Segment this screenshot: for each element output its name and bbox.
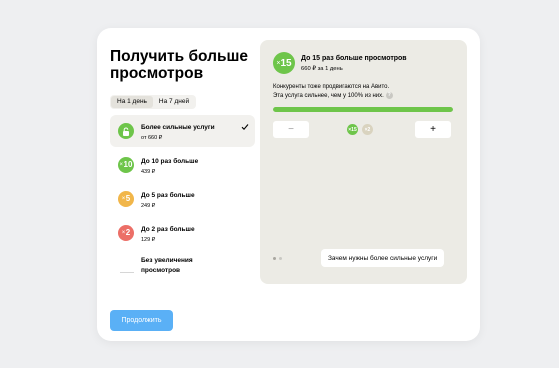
continue-button[interactable]: Продолжить <box>110 310 173 331</box>
service-carousel: ×15 ×2 <box>347 124 377 136</box>
option-title: До 10 раз больше <box>141 158 199 165</box>
description-line-2: Эта услуга сильнее, чем у 100% из них.? <box>273 92 443 101</box>
strength-progress-bar <box>273 107 453 112</box>
progress-fill <box>273 107 453 112</box>
dot-2[interactable] <box>279 257 282 260</box>
panel-price: 660 ₽ за 1 день <box>301 66 343 72</box>
period-1-day[interactable]: На 1 день <box>111 96 153 108</box>
x10-badge-icon: × 10 <box>118 157 134 173</box>
x2-badge-icon: × 2 <box>118 225 134 241</box>
option-title: До 5 раз больше <box>141 192 195 199</box>
decrease-button[interactable]: − <box>273 121 309 138</box>
help-icon[interactable]: ? <box>385 92 393 99</box>
option-2x[interactable]: × 2 До 2 раз больше 129 ₽ <box>110 217 255 249</box>
option-title: Более сильные услуги <box>141 124 215 131</box>
x15-badge-icon: × 15 <box>273 52 295 74</box>
option-price: от 660 ₽ <box>141 135 163 141</box>
dash-icon <box>120 272 134 273</box>
option-no-boost[interactable]: Без увеличения просмотров <box>110 255 255 289</box>
x5-badge-icon: × 5 <box>118 191 134 207</box>
x2-mini-icon[interactable]: ×2 <box>362 124 373 135</box>
panel-title: До 15 раз больше просмотров <box>301 55 407 62</box>
option-5x[interactable]: × 5 До 5 раз больше 249 ₽ <box>110 183 255 215</box>
period-7-days[interactable]: На 7 дней <box>153 96 195 108</box>
description-text: Эта услуга сильнее, чем у 100% из них. <box>273 93 384 100</box>
option-price: 249 ₽ <box>141 203 156 209</box>
pagination-dots <box>273 257 282 260</box>
modal-title: Получить больше просмотров <box>110 48 249 82</box>
description-line: Конкуренты тоже продвигаются на Авито. <box>273 84 390 90</box>
option-10x[interactable]: × 10 До 10 раз больше 439 ₽ <box>110 149 255 181</box>
service-details-panel: × 15 До 15 раз больше просмотров 660 ₽ за… <box>260 40 467 284</box>
promotion-modal: Получить больше просмотров На 1 день На … <box>97 28 480 341</box>
option-price: 129 ₽ <box>141 237 156 243</box>
increase-button[interactable]: + <box>415 121 451 138</box>
why-stronger-button[interactable]: Зачем нужны более сильные услуги <box>321 249 445 267</box>
option-title: Без увеличения просмотров <box>141 257 193 274</box>
panel-description: Конкуренты тоже продвигаются на Авито. Э… <box>273 83 443 101</box>
option-stronger-services[interactable]: Более сильные услуги от 660 ₽ <box>110 115 255 147</box>
option-price: 439 ₽ <box>141 169 156 175</box>
checkmark-icon <box>241 124 249 131</box>
dot-1[interactable] <box>273 257 276 260</box>
x15-mini-icon[interactable]: ×15 <box>347 124 358 135</box>
lock-icon <box>118 123 134 139</box>
period-switch: На 1 день На 7 дней <box>110 95 197 109</box>
option-title: До 2 раз больше <box>141 226 195 233</box>
